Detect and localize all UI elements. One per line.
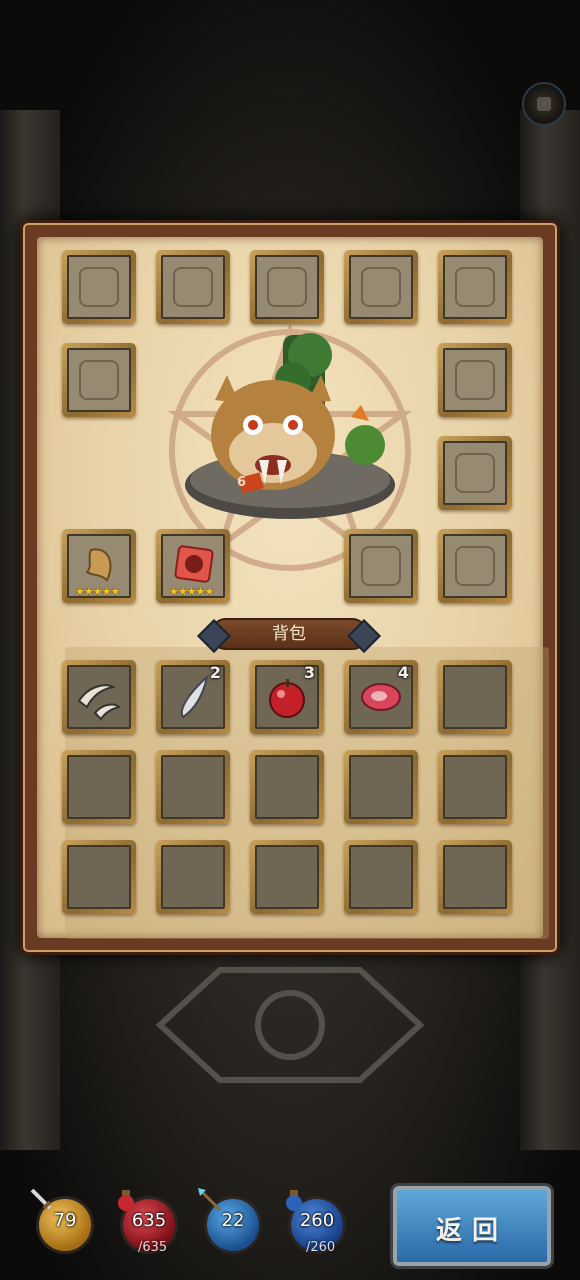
fangs-icon	[77, 684, 121, 721]
hp-value: 635	[131, 1210, 167, 1231]
slot-belt[interactable]	[62, 343, 136, 417]
hp-max: /635	[138, 1240, 168, 1255]
backpack-slot[interactable]	[438, 840, 512, 914]
armor-silhouette-icon	[79, 267, 119, 307]
menu-button[interactable]	[522, 82, 566, 126]
slot-bag[interactable]	[344, 529, 418, 603]
ring-silhouette-icon	[455, 360, 495, 400]
slot-armor[interactable]	[62, 250, 136, 324]
belt-silhouette-icon	[79, 360, 119, 400]
mana-stat: 260 /260	[284, 1190, 350, 1256]
backpack-slot[interactable]	[344, 840, 418, 914]
backpack-slot[interactable]	[250, 840, 324, 914]
cloak-silhouette-icon	[455, 453, 495, 493]
chest-armor-silhouette-icon	[173, 267, 213, 307]
necklace-silhouette-icon	[455, 267, 495, 307]
backpack-slot[interactable]: 4	[344, 660, 418, 734]
item-quantity: 2	[209, 663, 221, 682]
attack-value: 79	[53, 1210, 77, 1231]
chest-silhouette-icon	[361, 546, 401, 586]
helmet-silhouette-icon	[267, 267, 307, 307]
slot-necklace[interactable]	[438, 250, 512, 324]
crossbow-silhouette-icon	[361, 267, 401, 307]
backpack-slot[interactable]	[62, 840, 136, 914]
backpack-slot[interactable]	[250, 750, 324, 824]
slot-boots[interactable]	[438, 529, 512, 603]
backpack-slot[interactable]	[156, 750, 230, 824]
backpack-slot[interactable]: 3	[250, 660, 324, 734]
defense-stat: 22	[198, 1188, 266, 1256]
item-quantity: 4	[397, 663, 409, 682]
slot-equipped-meat[interactable]: ★★★★★	[156, 529, 230, 603]
backpack-slot[interactable]	[438, 750, 512, 824]
back-button[interactable]: 返回	[393, 1186, 551, 1266]
chest-icon	[537, 97, 551, 111]
boots-silhouette-icon	[455, 546, 495, 586]
star-rating: ★★★★★	[75, 585, 120, 598]
back-button-label: 返回	[435, 1216, 508, 1246]
item-quantity: 3	[303, 663, 315, 682]
star-rating: ★★★★★	[169, 585, 214, 598]
backpack-slot[interactable]	[62, 660, 136, 734]
mana-max: /260	[306, 1240, 336, 1255]
slot-equipped-claw[interactable]: ★★★★★	[62, 529, 136, 603]
hp-stat: 635 /635	[116, 1190, 182, 1256]
slot-weapon[interactable]	[344, 250, 418, 324]
floor-rune-decoration	[155, 967, 425, 1083]
backpack-slot[interactable]	[344, 750, 418, 824]
slot-chest[interactable]	[156, 250, 230, 324]
attack-stat: 79	[30, 1188, 98, 1256]
defense-value: 22	[221, 1210, 245, 1231]
mana-value: 260	[299, 1210, 335, 1231]
backpack-slot[interactable]: 2	[156, 660, 230, 734]
backpack-slot[interactable]	[438, 660, 512, 734]
backpack-slot[interactable]	[156, 840, 230, 914]
backpack-slot[interactable]	[62, 750, 136, 824]
slot-cloak[interactable]	[438, 436, 512, 510]
slot-ring[interactable]	[438, 343, 512, 417]
backpack-title: 背包	[210, 618, 368, 650]
monster-level-badge: 6	[237, 475, 247, 490]
slot-helmet[interactable]	[250, 250, 324, 324]
